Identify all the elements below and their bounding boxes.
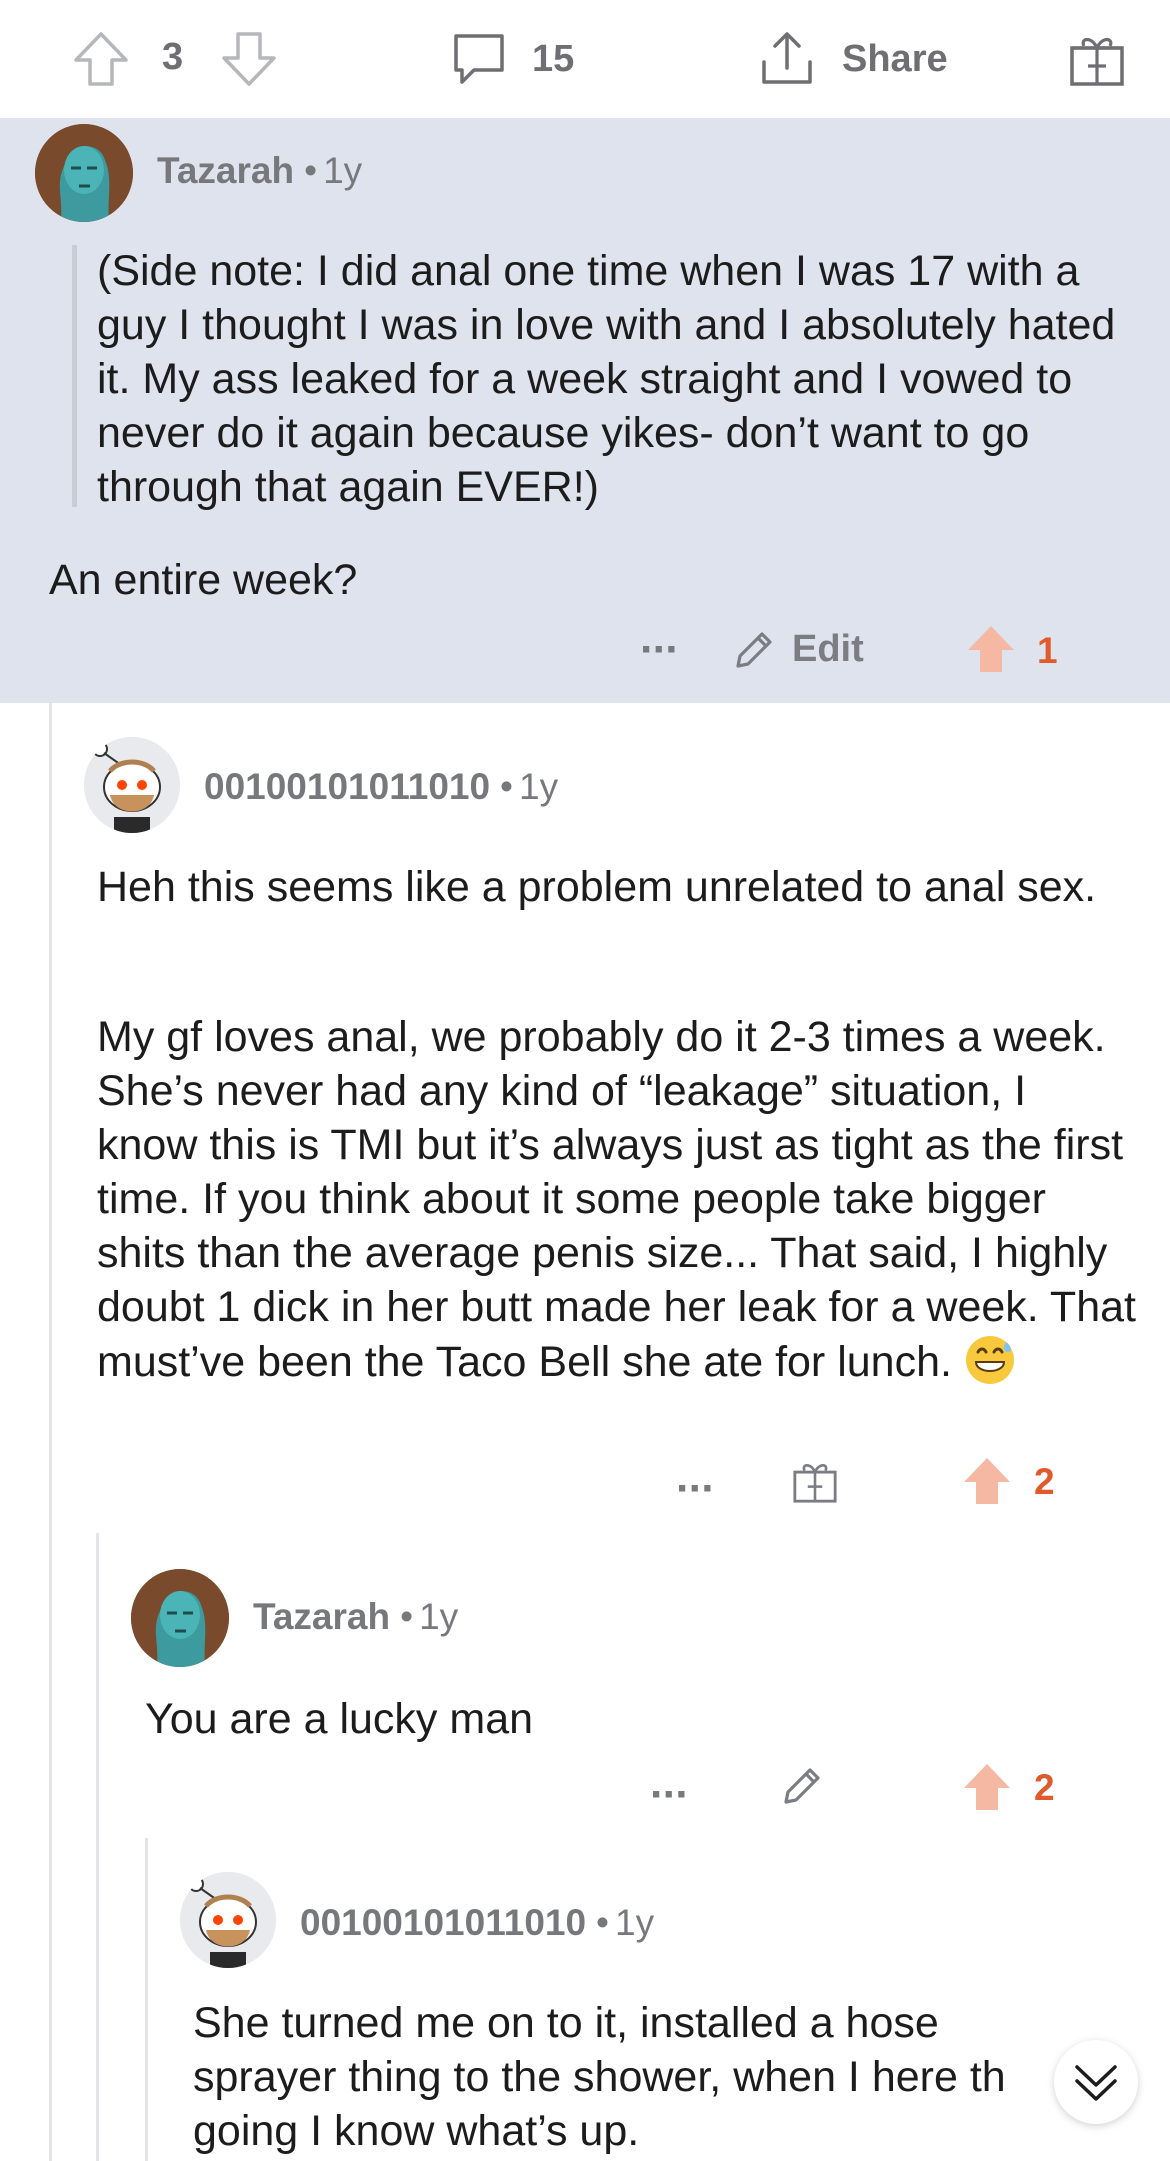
- gift-icon: [793, 1464, 837, 1503]
- avatar[interactable]: [180, 1872, 276, 1968]
- thread-line[interactable]: [49, 703, 52, 2161]
- comment-count: 15: [532, 37, 575, 80]
- share-button[interactable]: Share: [756, 28, 948, 90]
- more-options-button[interactable]: ···: [676, 1467, 716, 1511]
- share-label: Share: [842, 37, 948, 80]
- comment-author[interactable]: 00100101011010 • 1y: [204, 766, 558, 808]
- comment-age: 1y: [323, 150, 363, 191]
- quote-bar: [72, 245, 77, 507]
- award-button[interactable]: [790, 1456, 840, 1511]
- comment-author[interactable]: Tazarah • 1y: [253, 1596, 458, 1638]
- more-dots-icon: ···: [676, 1464, 716, 1513]
- comment-age: 1y: [519, 766, 559, 807]
- avatar[interactable]: [131, 1569, 229, 1667]
- thread-line[interactable]: [145, 1838, 148, 2161]
- thread-line[interactable]: [96, 1533, 99, 2161]
- comment-text-line: going I know what’s up.: [193, 2107, 640, 2155]
- upvote-button[interactable]: [966, 624, 1016, 679]
- speech-bubble-icon: [454, 34, 504, 84]
- avatar[interactable]: [84, 737, 180, 833]
- pencil-icon: [736, 632, 772, 668]
- user-avatar-image: [131, 1569, 229, 1667]
- comment-author[interactable]: Tazarah • 1y: [157, 150, 362, 192]
- user-avatar-image: [35, 124, 133, 222]
- author-name: Tazarah: [253, 1596, 391, 1637]
- comment-text: You are a lucky man: [145, 1695, 534, 1743]
- pencil-icon: [784, 1768, 820, 1804]
- comment-age: 1y: [615, 1902, 655, 1943]
- comment-age: 1y: [419, 1596, 459, 1637]
- edit-button[interactable]: [778, 1762, 826, 1815]
- comment-text-line: She turned me on to it, installed a hose: [193, 1999, 939, 2047]
- author-name: 00100101011010: [204, 766, 491, 807]
- comment-author[interactable]: 00100101011010 • 1y: [300, 1902, 654, 1944]
- upvote-button[interactable]: [70, 28, 132, 90]
- user-avatar-image: [180, 1872, 276, 1968]
- comment-text-line: sprayer thing to the shower, when I here…: [193, 2053, 1006, 2101]
- gift-icon: [1070, 37, 1124, 86]
- vote-count: 2: [1034, 1461, 1055, 1502]
- comment-text: An entire week?: [49, 556, 358, 604]
- arrow-up-icon: [74, 32, 128, 86]
- comment-text: My gf loves anal, we probably do it 2-3 …: [97, 1013, 1136, 1386]
- author-name: Tazarah: [157, 150, 295, 191]
- share-icon: [762, 32, 812, 84]
- more-options-button[interactable]: ···: [650, 1773, 690, 1817]
- comments-button[interactable]: 15: [448, 28, 574, 90]
- award-button[interactable]: [1066, 28, 1128, 90]
- edit-label: Edit: [792, 628, 864, 670]
- downvote-button[interactable]: [218, 28, 280, 90]
- arrow-up-icon: [964, 1764, 1010, 1810]
- arrow-up-icon: [964, 1458, 1010, 1504]
- vote-count: 1: [1037, 630, 1058, 671]
- arrow-up-icon: [968, 626, 1014, 672]
- comment-paragraph: My gf loves anal, we probably do it 2-3 …: [97, 1010, 1137, 1389]
- vote-count: 3: [162, 36, 184, 78]
- comment-paragraph: Heh this seems like a problem unrelated …: [97, 863, 1097, 911]
- avatar[interactable]: [35, 124, 133, 222]
- double-chevron-down-icon: [1075, 2065, 1117, 2101]
- grinning-sweat-emoji-icon: [965, 1336, 1014, 1384]
- post-action-bar: 3 15 Share: [0, 0, 1170, 119]
- edit-button[interactable]: [730, 626, 778, 679]
- next-comment-button[interactable]: [1054, 2040, 1138, 2124]
- upvote-button[interactable]: [962, 1762, 1012, 1817]
- more-dots-icon: ···: [650, 1770, 690, 1819]
- upvote-button[interactable]: [962, 1456, 1012, 1511]
- more-options-button[interactable]: ···: [640, 628, 680, 672]
- more-dots-icon: ···: [640, 625, 680, 674]
- arrow-down-icon: [222, 32, 276, 86]
- vote-count: 2: [1034, 1767, 1055, 1808]
- quoted-text: (Side note: I did anal one time when I w…: [97, 247, 1116, 511]
- author-name: 00100101011010: [300, 1902, 587, 1943]
- user-avatar-image: [84, 737, 180, 833]
